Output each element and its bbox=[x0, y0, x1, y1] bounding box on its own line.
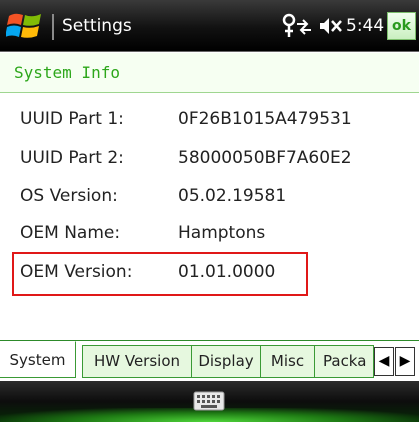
info-row-oem-name: OEM Name: Hamptons bbox=[0, 218, 419, 248]
tab-display[interactable]: Display bbox=[191, 345, 261, 378]
row-value: 05.02.19581 bbox=[178, 186, 287, 206]
row-label: OS Version: bbox=[20, 186, 118, 206]
row-label: UUID Part 1: bbox=[20, 109, 124, 129]
row-value: 58000050BF7A60E2 bbox=[178, 148, 352, 168]
network-connectivity-icon[interactable] bbox=[278, 13, 314, 39]
keyboard-icon[interactable] bbox=[193, 389, 225, 413]
row-value: Hamptons bbox=[178, 223, 266, 243]
row-value: 0F26B1015A479531 bbox=[178, 109, 352, 129]
ok-button[interactable]: ok bbox=[387, 12, 416, 40]
info-row-uuid-part-2: UUID Part 2: 58000050BF7A60E2 bbox=[0, 143, 419, 173]
volume-muted-icon[interactable] bbox=[319, 16, 343, 36]
windows-logo-icon[interactable] bbox=[6, 10, 44, 42]
app-title: Settings bbox=[62, 16, 132, 36]
highlight-box bbox=[12, 252, 308, 296]
title-bar: Settings 5:44 ok bbox=[0, 0, 419, 52]
tab-system[interactable]: System bbox=[0, 341, 76, 378]
tab-misc[interactable]: Misc bbox=[260, 345, 315, 378]
tab-hw-version[interactable]: HW Version bbox=[82, 345, 192, 378]
tab-scroll-left-button[interactable]: ◀ bbox=[374, 347, 394, 376]
clock-time[interactable]: 5:44 bbox=[346, 14, 384, 38]
title-separator bbox=[52, 14, 54, 40]
section-header: System Info bbox=[0, 53, 419, 93]
tab-bar: System HW Version Display Misc Packa ◀ ▶ bbox=[0, 340, 419, 380]
bottom-menu-bar bbox=[0, 381, 419, 422]
tab-packages[interactable]: Packa bbox=[314, 345, 374, 378]
row-label: UUID Part 2: bbox=[20, 148, 124, 168]
info-row-os-version: OS Version: 05.02.19581 bbox=[0, 181, 419, 211]
info-row-uuid-part-1: UUID Part 1: 0F26B1015A479531 bbox=[0, 104, 419, 134]
section-title: System Info bbox=[14, 63, 120, 82]
row-label: OEM Name: bbox=[20, 223, 121, 243]
tab-scroll-right-button[interactable]: ▶ bbox=[395, 347, 415, 376]
